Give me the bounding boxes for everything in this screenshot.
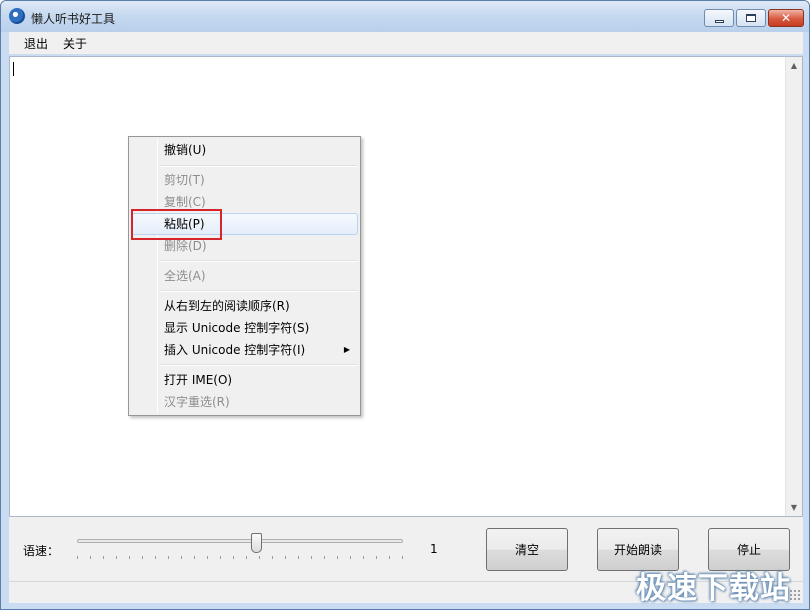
speed-slider-track[interactable] [77,539,403,543]
ctx-insert-unicode-control[interactable]: 插入 Unicode 控制字符(I) ▶ [131,339,358,361]
ctx-open-ime[interactable]: 打开 IME(O) [131,369,358,391]
ctx-cut[interactable]: 剪切(T) [131,169,358,191]
title-bar[interactable]: 懒人听书好工具 ✕ [1,1,809,32]
ctx-separator [159,364,357,366]
ctx-separator [159,165,357,167]
speed-label: 语速： [23,544,60,558]
watermark: 极速下载站 [636,571,791,606]
text-caret [13,62,14,76]
paste-highlight-annotation [131,209,222,240]
ctx-separator [159,260,357,262]
clear-button[interactable]: 清空 [486,528,568,571]
ctx-select-all[interactable]: 全选(A) [131,265,358,287]
ctx-undo[interactable]: 撤销(U) [131,139,358,161]
app-window: 懒人听书好工具 ✕ 退出 关于 ▲ ▼ 语速： 1 清空 开始朗读 停止 [0,0,810,610]
ctx-insert-unicode-control-label: 插入 Unicode 控制字符(I) [164,343,306,357]
vertical-scrollbar[interactable]: ▲ ▼ [785,57,802,516]
maximize-icon [746,14,756,22]
close-icon: ✕ [780,11,792,25]
close-button[interactable]: ✕ [768,9,804,27]
minimize-icon [714,19,724,23]
menu-bar: 退出 关于 [9,32,803,54]
speed-value: 1 [430,542,438,556]
ctx-reconversion[interactable]: 汉字重选(R) [131,391,358,413]
maximize-button[interactable] [736,9,766,27]
menu-about[interactable]: 关于 [59,35,98,52]
ctx-show-unicode-control[interactable]: 显示 Unicode 控制字符(S) [131,317,358,339]
ctx-separator [159,290,357,292]
speed-slider-ticks [77,556,405,559]
scroll-down-icon[interactable]: ▼ [786,499,802,516]
speed-slider-thumb[interactable] [251,533,262,553]
minimize-button[interactable] [704,9,734,27]
app-logo-icon [9,8,25,24]
submenu-arrow-icon: ▶ [343,345,350,354]
context-menu: 撤销(U) 剪切(T) 复制(C) 粘贴(P) 删除(D) 全选(A) 从右到左… [128,136,361,416]
window-title: 懒人听书好工具 [31,12,116,26]
scroll-up-icon[interactable]: ▲ [786,57,802,74]
ctx-rtl-reading-order[interactable]: 从右到左的阅读顺序(R) [131,295,358,317]
menu-exit[interactable]: 退出 [9,35,59,52]
